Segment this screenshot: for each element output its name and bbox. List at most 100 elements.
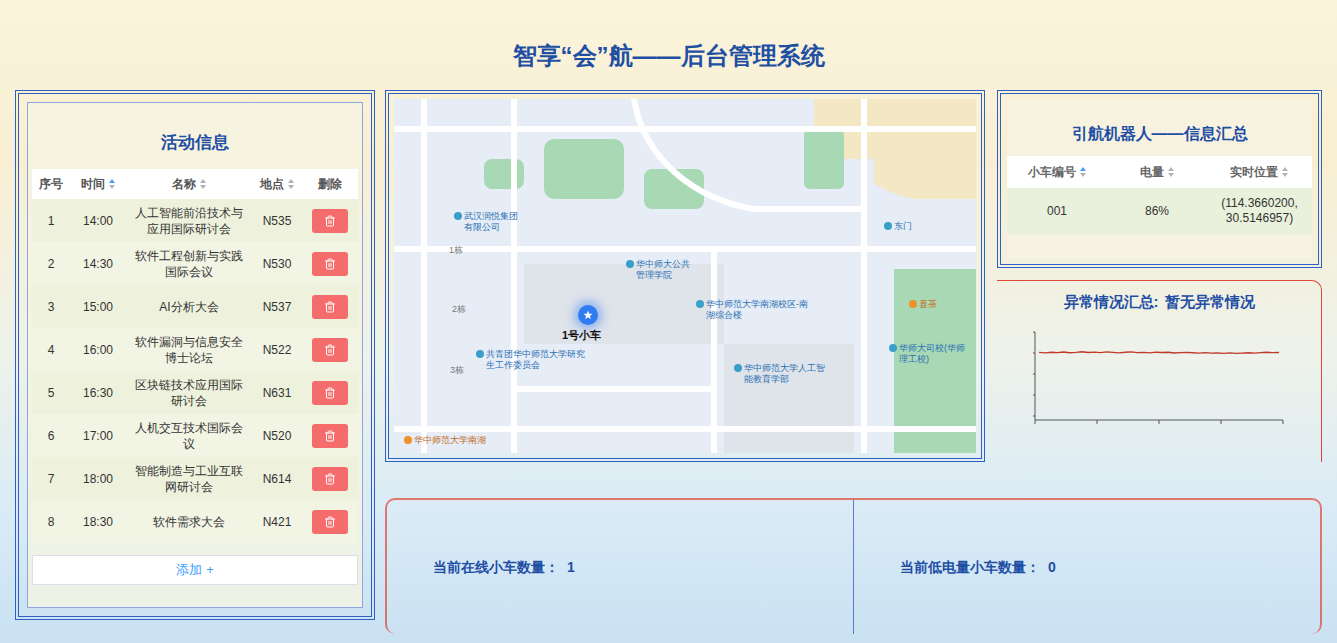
column-header[interactable]: 电量 [1107,163,1207,181]
cell-place: N614 [252,470,302,488]
stat-item: 当前低电量小车数量：0 [853,500,1320,634]
poi-icon [889,344,897,352]
table-row: 416:00软件漏洞与信息安全博士论坛N522 [32,328,358,371]
map[interactable]: 武汉润悦集团有限公司 1栋 2栋 3栋 东门华中师大公共管理学院华中师范大学南湖校区-南… [394,99,976,453]
stat-value: 0 [1048,557,1056,578]
cell-name: 智能制造与工业互联网研讨会 [126,459,252,499]
sort-icon[interactable] [108,178,116,190]
table-row: 818:30软件需求大会N421 [32,500,358,543]
delete-button[interactable] [312,381,348,405]
cell-time: 15:00 [70,298,126,316]
cell-place: N520 [252,427,302,445]
map-label[interactable]: 东门 [884,221,912,232]
cell-name: 软件漏洞与信息安全博士论坛 [126,330,252,370]
poi-icon [476,350,484,358]
map-label[interactable]: 武汉润悦集团有限公司 [454,211,524,233]
sort-icon[interactable] [287,178,295,190]
delete-button[interactable] [312,295,348,319]
cell-place: N631 [252,384,302,402]
anomaly-line [1039,351,1279,353]
poi-icon [734,364,742,372]
cell-battery: 86% [1107,202,1207,220]
trash-icon [324,258,336,270]
column-header: 序号 [32,175,70,193]
cell-index: 5 [32,384,70,402]
cell-place: N522 [252,341,302,359]
cell-index: 2 [32,255,70,273]
poi-icon [884,222,892,230]
table-row: 718:00智能制造与工业互联网研讨会N614 [32,457,358,500]
map-label[interactable]: 共青团华中师范大学研究生工作委员会 [476,349,588,371]
map-label[interactable]: 1栋 [449,245,463,256]
map-label[interactable]: 喜茶 [909,299,937,310]
stat-item: 当前在线小车数量：1 [387,500,853,634]
sort-icon[interactable] [1079,166,1087,178]
column-header[interactable]: 小车编号 [1007,163,1107,181]
car-marker[interactable] [578,305,598,325]
anomaly-summary: 异常情况汇总:暂无异常情况 [1064,291,1255,314]
delete-button[interactable] [312,338,348,362]
stats-panel: 当前在线小车数量：1当前低电量小车数量：0 [385,498,1322,634]
column-header[interactable]: 实时位置 [1207,163,1312,181]
cell-time: 14:00 [70,212,126,230]
trash-icon [324,430,336,442]
sort-icon[interactable] [199,178,207,190]
activity-title: 活动信息 [32,103,358,169]
anomaly-chart [1033,330,1285,426]
map-panel: 武汉润悦集团有限公司 1栋 2栋 3栋 东门华中师大公共管理学院华中师范大学南湖校区-南… [385,90,985,462]
delete-button[interactable] [312,510,348,534]
table-row: 516:30区块链技术应用国际研讨会N631 [32,371,358,414]
stat-value: 1 [567,557,575,578]
cell-name: 人机交互技术国际会议 [126,416,252,456]
delete-button[interactable] [312,467,348,491]
cell-name: 人工智能前沿技术与应用国际研讨会 [126,201,252,241]
poi-icon [909,300,917,308]
poi-icon [454,212,462,220]
activity-table: 序号时间名称地点删除114:00人工智能前沿技术与应用国际研讨会N535214:… [32,169,358,543]
cell-place: N530 [252,255,302,273]
star-icon [583,310,593,320]
table-row: 617:00人机交互技术国际会议N520 [32,414,358,457]
map-label[interactable]: 华中师大公共管理学院 [626,259,698,281]
cell-name: 软件需求大会 [126,510,252,534]
page-title: 智享“会”航——后台管理系统 [0,0,1337,90]
table-row: 315:00AI分析大会N537 [32,285,358,328]
delete-button[interactable] [312,252,348,276]
cell-place: N421 [252,513,302,531]
map-label[interactable]: 3栋 [450,365,464,376]
robot-panel: 引航机器人——信息汇总小车编号电量实时位置00186%(114.3660200,… [997,90,1322,268]
column-header[interactable]: 时间 [70,175,126,193]
map-label[interactable]: 2栋 [452,304,466,315]
cell-name: 区块链技术应用国际研讨会 [126,373,252,413]
cell-index: 4 [32,341,70,359]
map-background [394,99,976,453]
anomaly-panel: 异常情况汇总:暂无异常情况 [997,280,1322,462]
cell-name: 软件工程创新与实践国际会议 [126,244,252,284]
add-button[interactable]: 添加+ [32,555,358,585]
trash-icon [324,516,336,528]
map-label[interactable]: 华中师范大学南湖校区-南湖综合楼 [696,299,808,321]
column-header: 删除 [302,175,358,193]
map-label[interactable]: 华师大司校(华师理工校) [889,343,969,365]
plus-icon: + [206,560,214,580]
cell-time: 16:00 [70,341,126,359]
map-label[interactable]: 华中师范大学南湖 [404,435,486,446]
column-header[interactable]: 地点 [252,175,302,193]
table-row: 214:30软件工程创新与实践国际会议N530 [32,242,358,285]
sort-icon[interactable] [1281,166,1289,178]
cell-name: AI分析大会 [126,295,252,319]
robot-title: 引航机器人——信息汇总 [1007,100,1312,156]
column-header[interactable]: 名称 [126,175,252,193]
activity-panel: 活动信息序号时间名称地点删除114:00人工智能前沿技术与应用国际研讨会N535… [15,90,375,620]
trash-icon [324,387,336,399]
trash-icon [324,344,336,356]
sort-icon[interactable] [1167,166,1175,178]
delete-button[interactable] [312,424,348,448]
cell-time: 14:30 [70,255,126,273]
cell-index: 8 [32,513,70,531]
delete-button[interactable] [312,209,348,233]
table-header: 小车编号电量实时位置 [1007,156,1312,188]
map-label[interactable]: 华中师范大学人工智能教育学部 [734,363,826,385]
car-marker-label: 1号小车 [562,327,601,344]
cell-index: 7 [32,470,70,488]
